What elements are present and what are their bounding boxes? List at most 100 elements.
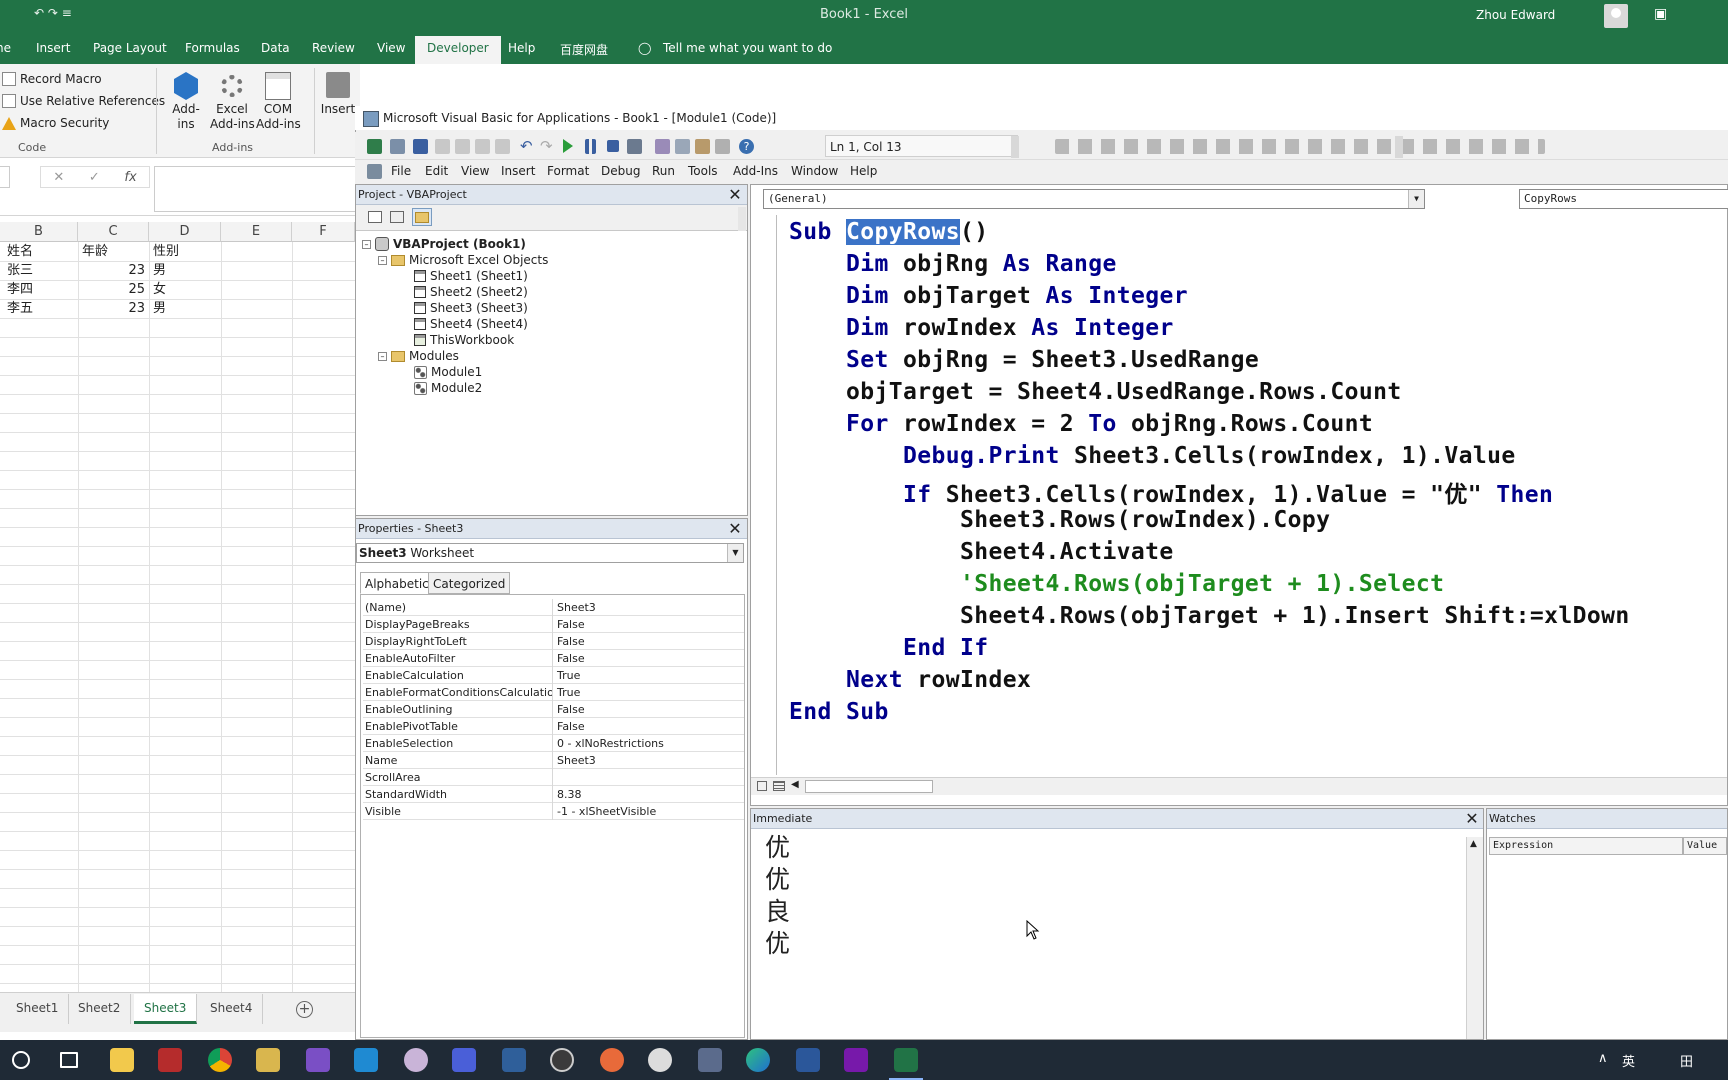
project-explorer-icon[interactable] <box>655 139 670 154</box>
code-line[interactable]: If Sheet3.Cells(rowIndex, 1).Value = "优"… <box>789 475 1553 508</box>
tab-formulas[interactable]: Formulas <box>185 41 240 55</box>
property-row[interactable]: DisplayPageBreaks False <box>363 616 744 633</box>
tree-sheet4[interactable]: Sheet4 (Sheet4) <box>414 317 528 331</box>
cell-d1[interactable]: 性别 <box>149 242 183 261</box>
property-row[interactable]: Name Sheet3 <box>363 752 744 769</box>
code-line[interactable]: Debug.Print Sheet3.Cells(rowIndex, 1).Va… <box>789 443 1516 475</box>
property-row[interactable]: EnableFormatConditionsCalculation True <box>363 684 744 701</box>
com-add-ins-button[interactable]: COM Add-ins <box>256 72 301 132</box>
immediate-vertical-scrollbar[interactable]: ▲ <box>1466 837 1483 1039</box>
property-row[interactable]: DisplayRightToLeft False <box>363 633 744 650</box>
find-icon[interactable] <box>495 139 510 154</box>
obs-icon[interactable] <box>550 1048 574 1072</box>
property-row[interactable]: EnableOutlining False <box>363 701 744 718</box>
procedure-dropdown[interactable]: CopyRows <box>1519 189 1728 209</box>
code-line[interactable]: Sheet4.Activate <box>789 539 1174 571</box>
column-header-e[interactable]: E <box>221 222 292 242</box>
name-box[interactable] <box>0 166 10 188</box>
property-row[interactable]: EnableCalculation True <box>363 667 744 684</box>
property-row[interactable]: EnablePivotTable False <box>363 718 744 735</box>
collapse-icon[interactable]: – <box>378 255 387 265</box>
code-line[interactable]: End Sub <box>789 699 889 731</box>
toolbox-icon[interactable] <box>715 139 730 154</box>
object-browser-icon[interactable] <box>695 139 710 154</box>
menu-debug[interactable]: Debug <box>601 164 640 178</box>
toolbar-overflow[interactable] <box>1011 136 1019 158</box>
code-editor[interactable]: Sub CopyRows() Dim objRng As Range Dim o… <box>789 215 1727 775</box>
code-line[interactable]: Sub CopyRows() <box>789 219 988 251</box>
ribbon-display-options-icon[interactable]: ▣ <box>1654 6 1667 22</box>
close-icon[interactable]: ✕ <box>726 520 744 538</box>
tab-review[interactable]: Review <box>312 41 355 55</box>
code-line[interactable]: Sheet4.Rows(objTarget + 1).Insert Shift:… <box>789 603 1630 635</box>
cell-b1[interactable]: 姓名 <box>3 242 37 261</box>
object-dropdown[interactable]: (General) ▼ <box>763 189 1425 209</box>
procedure-view-icon[interactable] <box>757 781 767 791</box>
code-line[interactable]: Dim objRng As Range <box>789 251 1117 283</box>
cell-c2[interactable]: 23 <box>78 261 149 280</box>
tab-alphabetic[interactable]: Alphabetic <box>360 572 434 594</box>
cell-d3[interactable]: 女 <box>149 280 170 299</box>
code-line[interactable]: For rowIndex = 2 To objRng.Rows.Count <box>789 411 1373 443</box>
tab-page-layout[interactable]: Page Layout <box>93 41 167 55</box>
cut-icon[interactable] <box>435 139 450 154</box>
chevron-down-icon[interactable]: ▼ <box>1408 190 1424 208</box>
code-line[interactable]: Sheet3.Rows(rowIndex).Copy <box>789 507 1330 539</box>
chevron-down-icon[interactable]: ▼ <box>727 544 743 562</box>
view-object-icon[interactable] <box>390 211 404 223</box>
code-line[interactable]: Dim rowIndex As Integer <box>789 315 1174 347</box>
design-mode-icon[interactable] <box>627 139 642 154</box>
collapse-icon[interactable]: – <box>378 351 387 361</box>
property-row[interactable]: Visible -1 - xlSheetVisible <box>363 803 744 820</box>
tree-sheet1[interactable]: Sheet1 (Sheet1) <box>414 269 528 283</box>
view-excel-icon[interactable] <box>367 139 382 154</box>
enter-icon[interactable]: ✓ <box>89 170 100 185</box>
tree-module1[interactable]: Module1 <box>414 365 482 379</box>
tell-me-search[interactable]: Tell me what you want to do <box>663 41 832 55</box>
cell-b2[interactable]: 张三 <box>3 261 37 280</box>
tab-baidu-netdisk[interactable]: 百度网盘 <box>560 41 608 58</box>
paste-icon[interactable] <box>475 139 490 154</box>
close-icon[interactable]: ✕ <box>726 186 744 204</box>
tab-insert[interactable]: Insert <box>36 41 70 55</box>
tab-categorized[interactable]: Categorized <box>428 572 511 594</box>
run-icon[interactable] <box>563 139 573 153</box>
full-module-view-icon[interactable] <box>773 781 785 791</box>
file-explorer-icon[interactable] <box>110 1048 134 1072</box>
property-row[interactable]: EnableSelection 0 - xlNoRestrictions <box>363 735 744 752</box>
worksheet-grid[interactable]: B C D E F 姓名 年龄 性别 张三 23 男 李四 25 女 李五 23… <box>0 222 355 1003</box>
code-line[interactable]: Dim objTarget As Integer <box>789 283 1188 315</box>
app-icon[interactable] <box>404 1048 428 1072</box>
collapse-icon[interactable]: – <box>362 239 371 249</box>
macro-security-button[interactable]: Macro Security <box>2 116 109 130</box>
watch-column-value[interactable]: Value <box>1683 837 1727 855</box>
cancel-icon[interactable]: ✕ <box>53 170 64 185</box>
menu-view[interactable]: View <box>461 164 489 178</box>
add-ins-button[interactable]: Add- ins <box>168 72 204 132</box>
app-icon[interactable] <box>502 1048 526 1072</box>
insert-userform-icon[interactable] <box>390 139 405 154</box>
word-icon[interactable] <box>796 1048 820 1072</box>
undo-icon[interactable]: ↶ <box>520 139 535 154</box>
tray-overflow-icon[interactable]: ∧ <box>1598 1051 1608 1066</box>
code-line[interactable]: 'Sheet4.Rows(objTarget + 1).Select <box>789 571 1444 603</box>
redo-icon[interactable]: ↷ <box>540 139 555 154</box>
tab-developer[interactable]: Developer <box>415 36 501 64</box>
property-row[interactable]: ScrollArea <box>363 769 744 786</box>
scroll-thumb[interactable] <box>805 780 933 793</box>
menu-tools[interactable]: Tools <box>688 164 718 178</box>
reset-icon[interactable] <box>607 140 619 152</box>
tab-view[interactable]: View <box>377 41 405 55</box>
property-row[interactable]: (Name) Sheet3 <box>363 599 744 616</box>
tree-sheet3[interactable]: Sheet3 (Sheet3) <box>414 301 528 315</box>
app-icon[interactable] <box>452 1048 476 1072</box>
user-name[interactable]: Zhou Edward <box>1476 8 1555 22</box>
close-icon[interactable]: ✕ <box>1463 810 1481 828</box>
record-macro-button[interactable]: Record Macro <box>2 72 102 86</box>
panel-scroll-up[interactable] <box>738 207 746 231</box>
menu-file[interactable]: File <box>391 164 411 178</box>
chat-icon[interactable] <box>648 1048 672 1072</box>
tab-data[interactable]: Data <box>261 41 290 55</box>
immediate-output[interactable]: 优 优 良 优 <box>751 830 1465 1039</box>
task-view-icon[interactable] <box>60 1052 78 1068</box>
